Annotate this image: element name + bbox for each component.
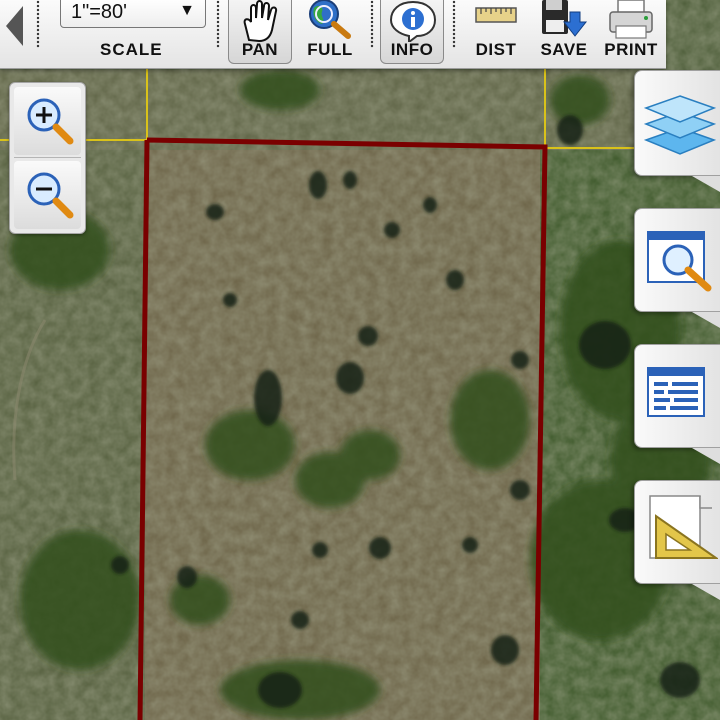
zoom-control-panel [9, 82, 86, 234]
toolbar-separator [216, 0, 220, 48]
layers-icon [644, 95, 716, 155]
printer-icon [609, 0, 653, 39]
save-button-label: SAVE [540, 40, 588, 59]
info-icon [389, 0, 437, 42]
aerial-map[interactable] [0, 0, 720, 720]
scale-select-value: 1"=80' [71, 1, 127, 23]
hand-icon [243, 0, 278, 42]
scale-select[interactable]: 1"=80' ▼ [60, 0, 206, 28]
measure-tab-tail [692, 584, 720, 600]
ruler-icon [475, 7, 517, 23]
chevron-down-icon: ▼ [179, 2, 195, 19]
distance-button[interactable]: DIST [466, 0, 526, 64]
layers-tab[interactable] [634, 70, 720, 192]
globe-magnifier-icon [309, 0, 351, 39]
layers-tab-tail [692, 176, 720, 192]
search-tab[interactable] [634, 208, 720, 328]
full-extent-button-label: FULL [307, 40, 353, 59]
zoom-out-icon [27, 172, 74, 219]
pan-button-label: PAN [241, 40, 279, 59]
zoom-out-button[interactable] [14, 161, 81, 229]
print-button[interactable]: PRINT [600, 0, 662, 64]
map-toolbar: 1"=80' ▼ SCALE PAN FULL INFO DIST SAVE P… [0, 0, 666, 69]
scale-label: SCALE [100, 40, 163, 59]
floppy-icon [542, 0, 588, 37]
save-button[interactable]: SAVE [534, 0, 594, 64]
details-tab-tail [692, 448, 720, 464]
pan-button[interactable]: PAN [228, 0, 292, 64]
measure-tab[interactable] [634, 480, 720, 600]
zoom-separator [14, 157, 81, 158]
toolbar-separator [452, 0, 456, 48]
info-button-label: INFO [390, 40, 434, 59]
toolbar-separator [370, 0, 374, 48]
aerial-imagery [0, 0, 720, 720]
zoom-in-button[interactable] [14, 87, 81, 155]
print-button-label: PRINT [604, 40, 658, 59]
toolbar-grip [36, 0, 40, 48]
info-button[interactable]: INFO [380, 0, 444, 64]
collapse-toolbar-arrow-icon[interactable] [6, 6, 23, 46]
document-window-icon [647, 367, 705, 417]
set-square-icon [649, 495, 718, 559]
full-extent-button[interactable]: FULL [298, 0, 362, 64]
zoom-in-icon [27, 98, 74, 145]
search-tab-tail [692, 312, 720, 328]
details-tab[interactable] [634, 344, 720, 464]
search-window-icon [647, 231, 712, 292]
distance-button-label: DIST [475, 40, 517, 59]
